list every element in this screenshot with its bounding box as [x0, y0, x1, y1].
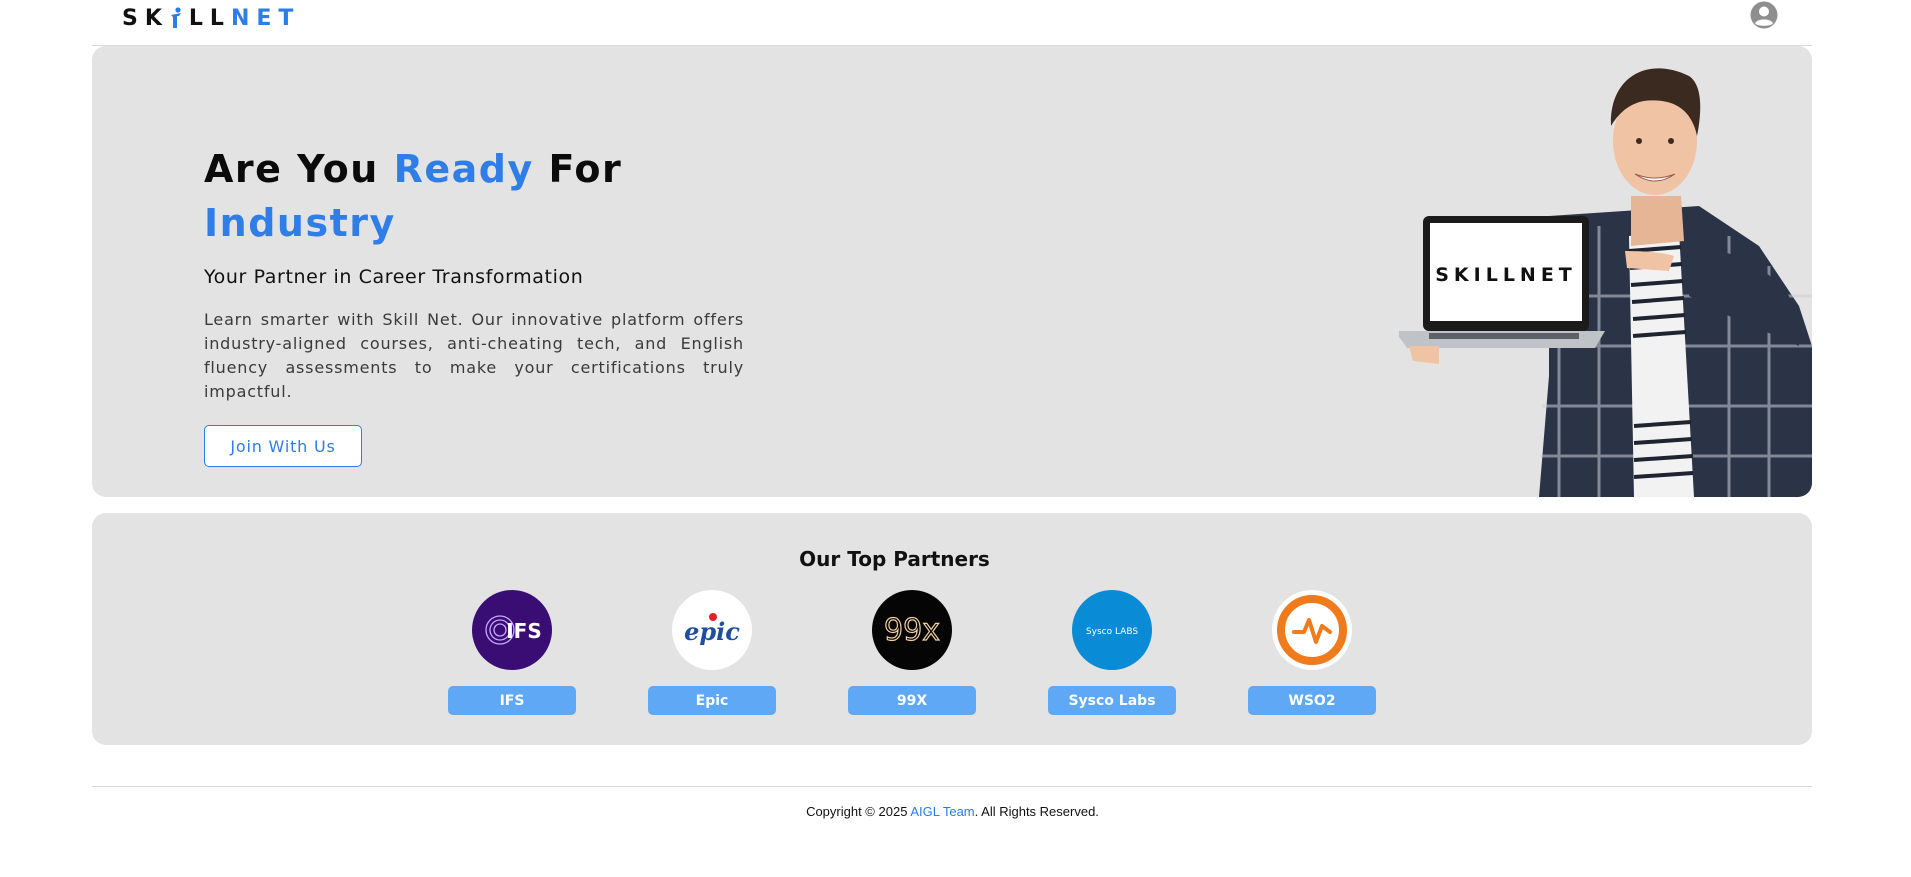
partner-tag-sysco-labs[interactable]: Sysco Labs: [1048, 686, 1176, 715]
svg-text:IFS: IFS: [506, 619, 542, 643]
user-avatar-icon[interactable]: [1750, 1, 1778, 29]
skillnet-logo[interactable]: SK LL NET: [122, 5, 300, 31]
footer-divider: [92, 786, 1812, 787]
epic-logo-icon: epic: [672, 590, 752, 670]
svg-text:Sysco LABS: Sysco LABS: [1086, 627, 1138, 637]
logo-figure-icon: [169, 7, 183, 29]
svg-text:epic: epic: [684, 617, 740, 646]
footer-team-link[interactable]: AIGL Team: [910, 804, 974, 819]
partners-title: Our Top Partners: [799, 547, 990, 571]
partner-tag-epic[interactable]: Epic: [648, 686, 776, 715]
footer-prefix: Copyright © 2025: [806, 804, 911, 819]
hero-banner: Are You Ready For Industry Your Partner …: [92, 46, 1812, 497]
hero-person-with-laptop-image: SKILLNET: [1395, 46, 1812, 497]
sysco-labs-logo-icon: Sysco LABS: [1072, 590, 1152, 670]
partner-card-ifs: IFS IFS: [448, 590, 576, 715]
footer-copyright: Copyright © 2025 AIGL Team. All Rights R…: [0, 804, 1905, 819]
top-header: SK LL NET: [0, 0, 1911, 46]
join-with-us-button[interactable]: Join With Us: [204, 425, 362, 467]
ifs-logo-icon: IFS: [472, 590, 552, 670]
top-partners-section: Our Top Partners IFS IFS epic Epic 99x 9…: [92, 513, 1812, 745]
hero-title: Are You Ready For Industry: [204, 142, 764, 250]
hero-description: Learn smarter with Skill Net. Our innova…: [204, 310, 744, 401]
logo-text-net: NET: [230, 5, 301, 31]
partner-card-epic: epic Epic: [648, 590, 776, 715]
hero-title-part2: For: [533, 147, 623, 191]
wso2-logo-icon: [1272, 590, 1352, 670]
logo-text-sk: SK: [122, 5, 169, 31]
hero-title-part1: Are You: [204, 147, 394, 191]
partner-tag-wso2[interactable]: WSO2: [1248, 686, 1376, 715]
partner-card-99x: 99x 99X: [848, 590, 976, 715]
svg-text:99x: 99x: [884, 613, 940, 648]
hero-subtitle: Your Partner in Career Transformation: [204, 266, 584, 288]
partner-tag-ifs[interactable]: IFS: [448, 686, 576, 715]
logo-text-ll: LL: [188, 5, 231, 31]
partner-tag-99x[interactable]: 99X: [848, 686, 976, 715]
99x-logo-icon: 99x: [872, 590, 952, 670]
footer-suffix: . All Rights Reserved.: [974, 804, 1099, 819]
partner-card-sysco-labs: Sysco LABS Sysco Labs: [1048, 590, 1176, 715]
hero-title-line2: Industry: [204, 201, 396, 245]
laptop-screen-logo: SKILLNET: [1435, 264, 1577, 286]
partner-card-wso2: WSO2: [1248, 590, 1376, 715]
hero-title-accent: Ready: [393, 147, 534, 191]
